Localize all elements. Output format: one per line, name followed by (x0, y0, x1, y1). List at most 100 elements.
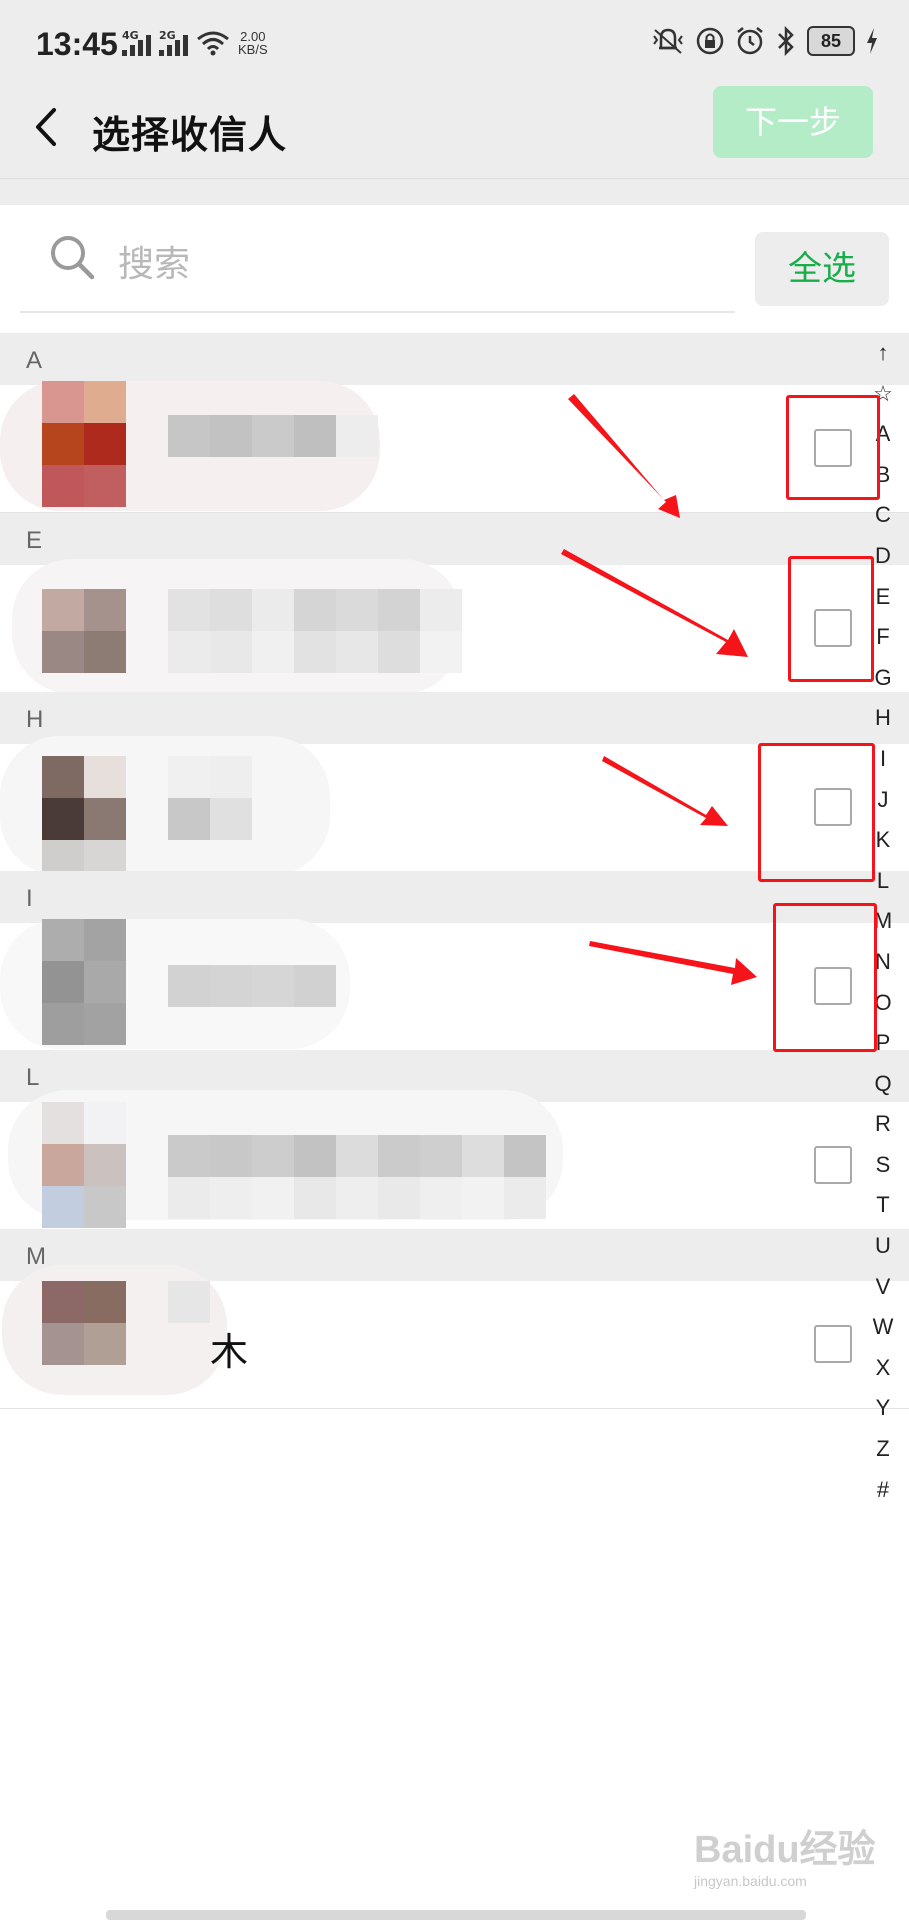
contact-checkbox[interactable] (814, 429, 852, 467)
search-input[interactable]: 搜索 (118, 235, 190, 287)
section-header-e: E (0, 513, 909, 565)
signal-bar (122, 50, 127, 56)
blur-cell (252, 1177, 294, 1219)
contact-checkbox[interactable] (814, 967, 852, 1005)
contact-name-blurred (168, 589, 462, 631)
index-letter[interactable]: G (870, 658, 896, 699)
contact-checkbox[interactable] (814, 1325, 852, 1363)
index-letter[interactable]: ☆ (870, 374, 896, 415)
blur-cell (210, 965, 252, 1007)
index-letter[interactable]: E (870, 577, 896, 618)
index-letter[interactable]: V (870, 1267, 896, 1308)
contact-row[interactable] (0, 1090, 909, 1230)
index-letter[interactable]: H (870, 698, 896, 739)
section-header-a: A (0, 333, 909, 385)
index-letter[interactable]: A (870, 414, 896, 455)
blur-cell (336, 415, 378, 457)
index-letter[interactable]: X (870, 1348, 896, 1389)
index-letter[interactable]: T (870, 1185, 896, 1226)
blur-cell (42, 919, 84, 961)
speed-unit: KB/S (238, 42, 268, 57)
index-letter[interactable]: F (870, 617, 896, 658)
blur-cell (84, 589, 126, 631)
blur-cell (42, 1281, 84, 1323)
index-letter[interactable]: W (870, 1307, 896, 1348)
section-letter: A (26, 347, 43, 374)
blur-cell (210, 756, 252, 798)
contact-checkbox[interactable] (814, 788, 852, 826)
blur-cell (210, 1177, 252, 1219)
next-button[interactable]: 下一步 (713, 86, 873, 158)
index-letter[interactable]: J (870, 780, 896, 821)
blur-cell (84, 1144, 126, 1186)
index-letter[interactable]: O (870, 983, 896, 1024)
blur-cell (420, 589, 462, 631)
blur-cell (84, 1186, 126, 1228)
signal-bar (138, 40, 143, 56)
wifi-icon (197, 31, 229, 56)
avatar (42, 756, 126, 882)
contact-row[interactable] (0, 381, 909, 513)
section-letter: E (26, 527, 43, 554)
index-letter[interactable]: Y (870, 1388, 896, 1429)
contact-checkbox[interactable] (814, 609, 852, 647)
signal-bar (130, 45, 135, 56)
index-letter[interactable]: Z (870, 1429, 896, 1470)
blur-cell (168, 415, 210, 457)
network-icons: 4G 2G 2.00 KB/S (122, 29, 268, 57)
avatar (42, 589, 126, 673)
alphabet-index-bar[interactable]: ↑ ☆ A B C D E F G H I J K L M N O P Q R S T U V W X Y Z # (870, 333, 896, 1510)
signal-bar (175, 40, 180, 56)
blur-cell (294, 1135, 336, 1177)
index-letter[interactable]: R (870, 1104, 896, 1145)
index-letter[interactable]: # (870, 1470, 896, 1511)
blur-cell (168, 1281, 210, 1323)
blur-cell (462, 1135, 504, 1177)
index-letter[interactable]: Q (870, 1064, 896, 1105)
blur-cell (336, 589, 378, 631)
blur-cell (84, 465, 126, 507)
contact-row[interactable]: 木 (0, 1265, 909, 1409)
index-letter[interactable]: P (870, 1023, 896, 1064)
index-letter[interactable]: B (870, 455, 896, 496)
contact-name-blurred (168, 756, 252, 798)
index-letter[interactable]: ↑ (870, 333, 896, 374)
network-4g-label: 4G (122, 29, 139, 42)
search-area: 搜索 全选 (0, 205, 909, 331)
blur-cell (210, 589, 252, 631)
contact-checkbox[interactable] (814, 1146, 852, 1184)
signal-bar (146, 35, 151, 56)
bluetooth-icon (778, 26, 794, 56)
blur-cell (210, 415, 252, 457)
contact-name-blurred (168, 1281, 210, 1323)
signal-bar (159, 50, 164, 56)
contact-row[interactable] (0, 736, 909, 882)
section-letter: I (26, 885, 33, 912)
select-all-button[interactable]: 全选 (755, 232, 889, 306)
index-letter[interactable]: S (870, 1145, 896, 1186)
blur-cell (42, 961, 84, 1003)
search-icon (51, 236, 95, 280)
back-arrow-icon[interactable] (26, 102, 66, 152)
blur-cell (84, 919, 126, 961)
index-letter[interactable]: N (870, 942, 896, 983)
blur-cell (42, 589, 84, 631)
contact-row[interactable] (0, 919, 909, 1051)
contact-name-blurred (168, 1177, 546, 1219)
gesture-bar (106, 1910, 806, 1920)
index-letter[interactable]: C (870, 495, 896, 536)
index-letter[interactable]: M (870, 901, 896, 942)
blur-cell (168, 756, 210, 798)
blur-cell (42, 1323, 84, 1365)
contact-row[interactable] (0, 559, 909, 694)
index-letter[interactable]: I (870, 739, 896, 780)
avatar (42, 1281, 126, 1365)
index-letter[interactable]: L (870, 861, 896, 902)
contact-name-blurred (168, 415, 378, 457)
blur-cell (504, 1177, 546, 1219)
index-letter[interactable]: U (870, 1226, 896, 1267)
blur-cell (504, 1135, 546, 1177)
index-letter[interactable]: D (870, 536, 896, 577)
blur-cell (168, 965, 210, 1007)
index-letter[interactable]: K (870, 820, 896, 861)
